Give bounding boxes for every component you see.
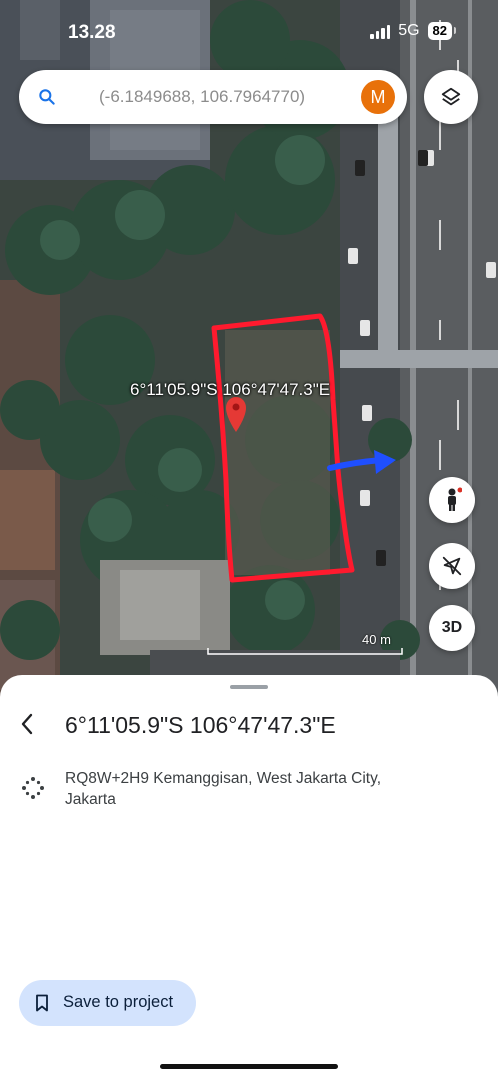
battery-level: 82 xyxy=(427,22,457,40)
layers-icon xyxy=(441,87,461,106)
map-coordinate-label: 6°11'05.9"S 106°47'47.3"E xyxy=(130,380,331,399)
status-time: 13.28 xyxy=(68,22,116,43)
home-indicator xyxy=(160,1064,338,1069)
address-line-2: Jakarta xyxy=(65,791,116,808)
satellite-map[interactable]: 13.28 5G 82 (-6.1849688, 106.7964770) M … xyxy=(0,0,498,700)
plus-code-address: RQ8W+2H9 Kemanggisan, West Jakarta City,… xyxy=(65,768,465,810)
search-query-text[interactable]: (-6.1849688, 106.7964770) xyxy=(99,87,305,107)
my-location-button[interactable] xyxy=(429,543,475,589)
account-avatar[interactable]: M xyxy=(361,80,395,114)
3d-button-label: 3D xyxy=(441,619,463,636)
signal-icon xyxy=(370,23,391,39)
address-line-1: RQ8W+2H9 Kemanggisan, West Jakarta City, xyxy=(65,770,382,787)
sheet-drag-handle[interactable] xyxy=(230,685,268,689)
3d-button[interactable]: 3D xyxy=(429,605,475,651)
back-arrow-icon xyxy=(21,713,33,735)
street-view-button[interactable] xyxy=(429,477,475,523)
status-bar: 13.28 5G 82 xyxy=(0,0,498,60)
save-to-project-label: Save to project xyxy=(63,993,174,1011)
place-details-sheet: 6°11'05.9"S 106°47'47.3"E RQ8W+2H9 Keman… xyxy=(0,675,498,1080)
bookmark-icon xyxy=(36,994,48,1012)
search-icon[interactable] xyxy=(37,87,57,107)
plus-code-icon xyxy=(22,777,44,799)
save-to-project-button[interactable]: Save to project xyxy=(19,980,196,1026)
search-bar[interactable]: (-6.1849688, 106.7964770) M xyxy=(19,70,407,124)
network-type: 5G xyxy=(398,22,420,39)
place-title: 6°11'05.9"S 106°47'47.3"E xyxy=(65,712,336,738)
status-indicators: 5G 82 xyxy=(370,22,457,40)
map-scale-label: 40 m xyxy=(362,632,391,647)
back-button[interactable] xyxy=(14,711,40,737)
layers-button[interactable] xyxy=(424,70,478,124)
pegman-icon xyxy=(448,487,462,511)
location-off-icon xyxy=(442,556,462,576)
